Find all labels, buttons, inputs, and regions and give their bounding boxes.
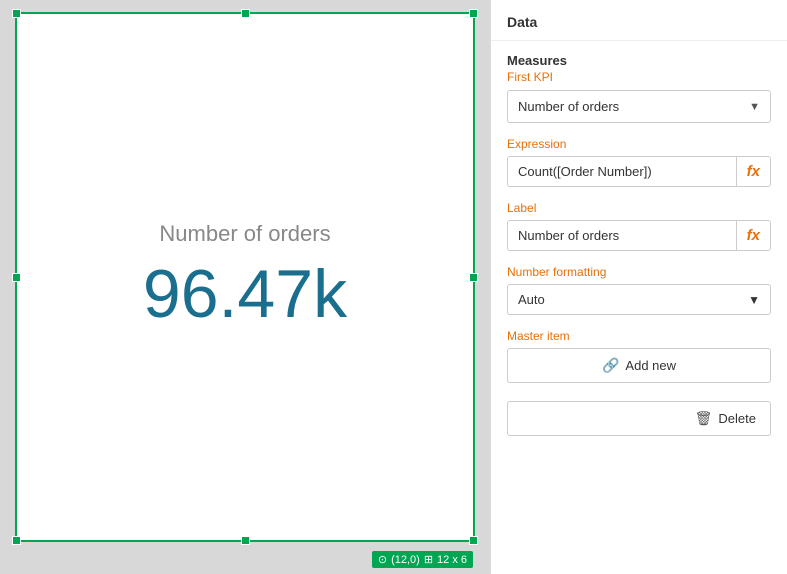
kpi-widget[interactable]: Number of orders 96.47k ⊙ (12,0) ⊞ 12 x … [15,12,475,542]
expression-label: Expression [507,137,771,151]
kpi-label: Number of orders [159,221,330,247]
number-formatting-label: Number formatting [507,265,771,279]
position-text: (12,0) [391,554,420,566]
panel-header: Data [491,0,787,41]
master-item-label: Master item [507,329,771,343]
add-new-button[interactable]: 🔗 Add new [507,348,771,383]
right-panel: Data Measures First KPI Number of orders… [490,0,787,574]
measure-dropdown-value: Number of orders [518,99,619,114]
number-formatting-section: Number formatting Auto Number Money Date… [507,265,771,315]
handle-mid-left[interactable] [12,273,21,282]
expression-section: Expression fx [507,137,771,187]
measures-title: Measures [507,53,771,68]
fx-icon: fx [747,163,760,180]
position-badge: ⊙ (12,0) ⊞ 12 x 6 [372,551,473,568]
handle-bottom-right[interactable] [469,536,478,545]
add-new-label: Add new [625,358,676,373]
master-item-section: Master item 🔗 Add new [507,329,771,383]
label-field-label: Label [507,201,771,215]
label-fx-button[interactable]: fx [736,221,770,250]
label-input-row: fx [507,220,771,251]
handle-top-left[interactable] [12,9,21,18]
handle-bottom-left[interactable] [12,536,21,545]
number-formatting-arrow-icon: ▼ [738,293,770,307]
handle-top-center[interactable] [241,9,250,18]
trash-icon: 🗑 [695,410,713,427]
label-section: Label fx [507,201,771,251]
handle-mid-right[interactable] [469,273,478,282]
link-icon: 🔗 [602,357,619,374]
expression-input[interactable] [508,157,736,186]
chevron-down-icon: ▼ [749,101,760,113]
panel-body: Measures First KPI Number of orders ▼ Ex… [491,41,787,448]
size-text: 12 x 6 [437,554,467,566]
kpi-value: 96.47k [143,255,347,333]
number-formatting-select-row: Auto Number Money Date ▼ [507,284,771,315]
position-icon: ⊙ [378,553,387,566]
widget-content: Number of orders 96.47k [17,14,473,540]
label-input[interactable] [508,221,736,250]
handle-top-right[interactable] [469,9,478,18]
measures-section: Measures First KPI Number of orders ▼ [507,53,771,123]
first-kpi-label: First KPI [507,70,771,84]
size-icon: ⊞ [424,553,433,566]
bottom-actions: 🗑 Delete [507,401,771,436]
canvas-area: Number of orders 96.47k ⊙ (12,0) ⊞ 12 x … [0,0,490,574]
expression-fx-button[interactable]: fx [736,157,770,186]
number-formatting-select[interactable]: Auto Number Money Date [508,285,738,314]
delete-button[interactable]: 🗑 Delete [507,401,771,436]
measure-dropdown[interactable]: Number of orders ▼ [507,90,771,123]
label-fx-icon: fx [747,227,760,244]
panel-header-label: Data [507,14,537,30]
delete-label: Delete [718,411,756,426]
expression-input-row: fx [507,156,771,187]
handle-bottom-center[interactable] [241,536,250,545]
